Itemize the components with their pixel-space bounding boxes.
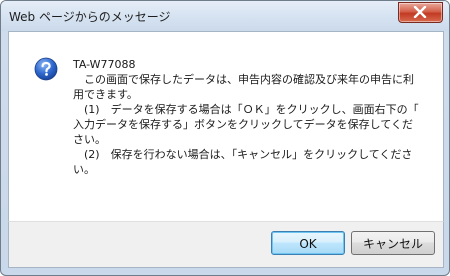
message-line: い。: [73, 163, 95, 176]
message-line: (2) 保存を行わない場合は、「キャンセル」をクリックしてくださ: [73, 148, 413, 161]
message-text: TA-W77088 この画面で保存したデータは、申告内容の確認及び来年の申告に利…: [73, 57, 433, 177]
window-title: Web ページからのメッセージ: [9, 10, 171, 24]
message-line: さい。: [73, 133, 106, 146]
message-line: 用できます。: [73, 88, 138, 101]
title-bar[interactable]: Web ページからのメッセージ: [1, 1, 449, 31]
message-line: 入力データを保存する」ボタンをクリックしてデータを保存してくだ: [73, 118, 414, 131]
question-icon: [34, 57, 58, 81]
message-dialog: Web ページからのメッセージ TA-W77088 この画面で保存したデータは、…: [0, 0, 450, 276]
ok-button[interactable]: OK: [271, 231, 345, 255]
close-icon: [413, 6, 427, 18]
message-line: この画面で保存したデータは、申告内容の確認及び来年の申告に利: [73, 73, 414, 86]
cancel-button[interactable]: キャンセル: [351, 231, 435, 255]
message-code: TA-W77088: [73, 58, 136, 71]
button-bar: OK キャンセル: [8, 221, 444, 268]
message-area: TA-W77088 この画面で保存したデータは、申告内容の確認及び来年の申告に利…: [8, 31, 444, 222]
close-button[interactable]: [398, 2, 443, 23]
message-line: (1) データを保存する場合は「ＯＫ」をクリックし、画面右下の「: [73, 103, 419, 116]
